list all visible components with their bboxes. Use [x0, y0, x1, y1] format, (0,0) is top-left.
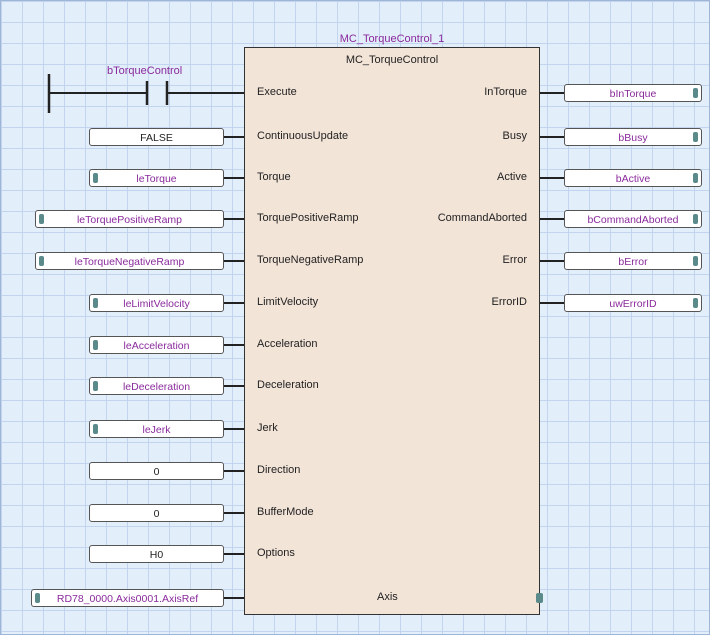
- variable-marker-icon: [693, 173, 698, 183]
- output-in-torque-variable[interactable]: bInTorque: [564, 84, 702, 102]
- pin-torque-positive-ramp: TorquePositiveRamp: [257, 212, 359, 224]
- variable-marker-icon: [693, 256, 698, 266]
- fb-type-name: MC_TorqueControl: [345, 54, 439, 66]
- variable-marker-icon: [93, 340, 98, 350]
- axis-output-marker-icon: [536, 593, 543, 603]
- input-options-value[interactable]: H0: [89, 545, 224, 563]
- variable-marker-icon: [93, 173, 98, 183]
- output-busy-variable[interactable]: bBusy: [564, 128, 702, 146]
- input-deceleration-variable[interactable]: leDeceleration: [89, 377, 224, 395]
- pin-limit-velocity: LimitVelocity: [257, 296, 319, 308]
- input-acceleration-variable[interactable]: leAcceleration: [89, 336, 224, 354]
- pin-continuous-update: ContinuousUpdate: [257, 130, 349, 142]
- fb-instance-name[interactable]: MC_TorqueControl_1: [244, 33, 540, 45]
- variable-marker-icon: [693, 298, 698, 308]
- pin-axis: Axis: [377, 591, 398, 603]
- variable-marker-icon: [93, 381, 98, 391]
- input-limit-velocity-variable[interactable]: leLimitVelocity: [89, 294, 224, 312]
- contact-label[interactable]: bTorqueControl: [107, 65, 182, 77]
- input-buffer-mode-value[interactable]: 0: [89, 504, 224, 522]
- variable-marker-icon: [693, 88, 698, 98]
- variable-marker-icon: [93, 298, 98, 308]
- input-direction-value[interactable]: 0: [89, 462, 224, 480]
- pin-torque: Torque: [257, 171, 291, 183]
- variable-marker-icon: [39, 256, 44, 266]
- input-torque-positive-ramp-variable[interactable]: leTorquePositiveRamp: [35, 210, 224, 228]
- variable-marker-icon: [35, 593, 40, 603]
- pin-execute: Execute: [257, 86, 297, 98]
- pin-options: Options: [257, 547, 295, 559]
- pin-jerk: Jerk: [257, 422, 278, 434]
- pin-torque-negative-ramp: TorqueNegativeRamp: [257, 254, 364, 266]
- pin-busy: Busy: [502, 130, 527, 142]
- pin-active: Active: [497, 171, 527, 183]
- input-torque-variable[interactable]: leTorque: [89, 169, 224, 187]
- pin-direction: Direction: [257, 464, 301, 476]
- input-jerk-variable[interactable]: leJerk: [89, 420, 224, 438]
- pin-deceleration: Deceleration: [257, 379, 319, 391]
- pin-in-torque: InTorque: [484, 86, 527, 98]
- pin-buffer-mode: BufferMode: [257, 506, 314, 518]
- output-error-variable[interactable]: bError: [564, 252, 702, 270]
- variable-marker-icon: [693, 132, 698, 142]
- pin-acceleration: Acceleration: [257, 338, 318, 350]
- output-active-variable[interactable]: bActive: [564, 169, 702, 187]
- variable-marker-icon: [39, 214, 44, 224]
- input-axis-reference[interactable]: RD78_0000.Axis0001.AxisRef: [31, 589, 224, 607]
- input-continuous-update-value[interactable]: FALSE: [89, 128, 224, 146]
- variable-marker-icon: [693, 214, 698, 224]
- variable-marker-icon: [93, 424, 98, 434]
- pin-error-id: ErrorID: [491, 296, 527, 308]
- ladder-canvas: bTorqueControl MC_TorqueControl_1 MC_Tor…: [0, 0, 710, 635]
- pin-command-aborted: CommandAborted: [437, 212, 527, 224]
- output-command-aborted-variable[interactable]: bCommandAborted: [564, 210, 702, 228]
- pin-error: Error: [502, 254, 527, 266]
- input-torque-negative-ramp-variable[interactable]: leTorqueNegativeRamp: [35, 252, 224, 270]
- output-error-id-variable[interactable]: uwErrorID: [564, 294, 702, 312]
